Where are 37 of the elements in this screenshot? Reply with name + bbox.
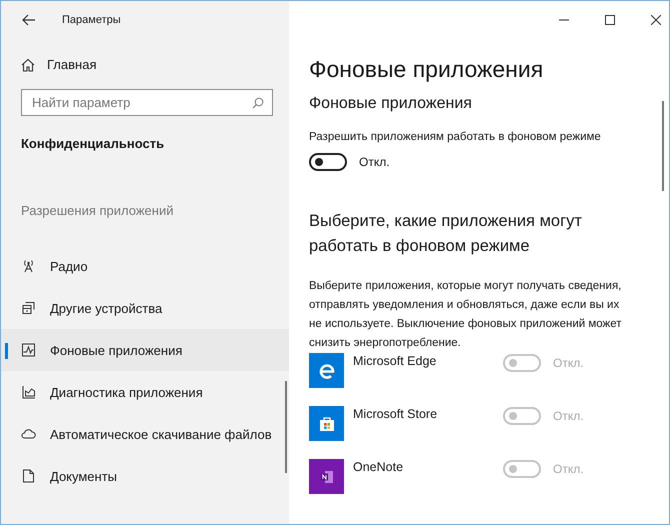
nav-item[interactable]: Документы — [1, 455, 289, 497]
document-icon — [21, 469, 36, 483]
nav-item[interactable]: Другие устройства — [1, 287, 289, 329]
search-field[interactable]: Найти параметр — [21, 89, 273, 116]
toggle-status: Откл. — [553, 462, 584, 476]
antenna-icon — [21, 259, 36, 273]
maximize-icon[interactable] — [605, 15, 615, 25]
app-name: OneNote — [353, 460, 404, 474]
toggle-switch[interactable] — [309, 153, 347, 171]
nav-item[interactable]: Диагностика приложения — [1, 371, 289, 413]
toggle-status: Откл. — [553, 409, 584, 423]
app-name: Microsoft Store — [353, 407, 438, 421]
window-title: Параметры — [62, 14, 121, 26]
cloud-icon — [21, 429, 36, 439]
section-title: Фоновые приложения — [309, 95, 473, 113]
nav-item[interactable]: Фоновые приложения — [1, 329, 289, 371]
scrollbar[interactable] — [662, 101, 664, 191]
toggle-status: Откл. — [359, 155, 390, 169]
nav-item[interactable]: Радио — [1, 245, 289, 287]
section-heading: Конфиденциальность — [21, 136, 166, 151]
chart-icon — [21, 385, 36, 399]
close-icon[interactable] — [651, 15, 661, 25]
home-icon — [21, 58, 35, 72]
activity-icon — [21, 343, 36, 357]
app-name: Microsoft Edge — [353, 354, 438, 368]
back-arrow-icon[interactable] — [22, 14, 36, 26]
toggle-status: Откл. — [553, 356, 584, 370]
devices-icon — [21, 301, 36, 315]
scrollbar[interactable] — [285, 381, 287, 473]
section-heading: Выберите, какие приложения могут работать в фоновом режиме — [309, 211, 583, 257]
description: Выберите приложения, которые могут получать сведения, отправлять уведомления и обновляться, даже если вы их не используете. Выключение фоновых приложений может снизить энергопотребление. — [309, 279, 623, 351]
nav-item[interactable]: Автоматическое скачивание файлов — [1, 413, 289, 455]
group-heading: Разрешения приложений — [21, 203, 174, 218]
setting-label: Разрешить приложениям работать в фоновом режиме — [309, 131, 602, 143]
search-icon — [252, 97, 264, 109]
page-title: Фоновые приложения — [309, 56, 544, 83]
home-link[interactable]: Главная — [21, 57, 289, 72]
